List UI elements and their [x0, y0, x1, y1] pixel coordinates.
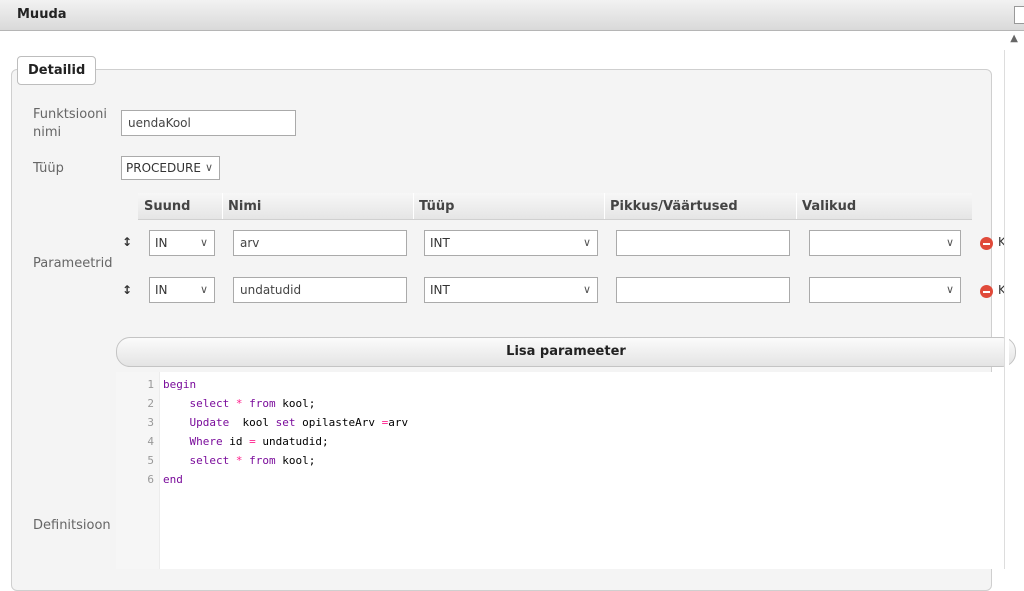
param-length-input[interactable] — [616, 277, 790, 303]
tab-detailid[interactable]: Detailid — [17, 56, 97, 85]
param-options-select[interactable]: ∨ — [809, 277, 961, 303]
code-editor[interactable]: 1 begin 2 select * from kool; 3 Update kool… — [116, 372, 1006, 569]
param-direction-value: IN — [155, 283, 168, 297]
type-label: Tüüp — [33, 161, 64, 176]
param-name-input[interactable]: undatudid — [233, 277, 407, 303]
param-options-select[interactable]: ∨ — [809, 230, 961, 256]
param-length-input[interactable] — [616, 230, 790, 256]
code-text: end — [163, 473, 183, 486]
chevron-down-icon: ∨ — [582, 283, 591, 296]
header-nimi: Nimi — [228, 199, 262, 214]
type-select-value: PROCEDURE — [126, 161, 201, 175]
param-name-input[interactable]: arv — [233, 230, 407, 256]
window-control-button[interactable] — [1014, 6, 1024, 24]
chevron-down-icon: ∨ — [204, 161, 213, 174]
remove-icon[interactable] — [980, 285, 993, 298]
header-suund: Suund — [144, 199, 191, 214]
remove-icon[interactable] — [980, 237, 993, 250]
code-text: select * from kool; — [189, 454, 316, 467]
header-tuup: Tüüp — [419, 199, 455, 214]
header-pikkus: Pikkus/Väärtused — [610, 199, 738, 214]
param-direction-value: IN — [155, 236, 168, 250]
code-text: Update kool set opilasteArv =arv — [189, 416, 409, 429]
function-name-input[interactable]: uendaKool — [121, 110, 296, 136]
window-titlebar: Muuda — [0, 0, 1024, 31]
code-text: select * from kool; — [189, 397, 316, 410]
definition-label: Definitsioon — [33, 518, 111, 533]
type-select[interactable]: PROCEDURE ∨ — [121, 156, 220, 180]
line-number: 4 — [147, 435, 154, 448]
header-valikud: Valikud — [802, 199, 857, 214]
line-number: 5 — [147, 454, 154, 467]
param-direction-select[interactable]: IN ∨ — [149, 277, 215, 303]
header-divider — [413, 193, 414, 219]
line-number: 1 — [147, 378, 154, 391]
scrollbar[interactable] — [1004, 50, 1009, 569]
line-number: 3 — [147, 416, 154, 429]
parameters-label: Parameetrid — [33, 256, 113, 271]
add-parameter-button[interactable]: Lisa parameeter — [116, 337, 1016, 367]
param-type-select[interactable]: INT ∨ — [424, 277, 598, 303]
function-name-label-line2: nimi — [33, 125, 62, 140]
header-divider — [796, 193, 797, 219]
scroll-up-icon[interactable]: ▲ — [1010, 33, 1018, 44]
chevron-down-icon: ∨ — [199, 236, 208, 249]
code-text: begin — [163, 378, 197, 391]
drag-handle-icon[interactable]: ↕ — [122, 235, 132, 249]
param-type-value: INT — [430, 283, 450, 297]
function-name-label-line1: Funktsiooni — [33, 107, 108, 122]
header-divider — [604, 193, 605, 219]
params-table-header: Suund Nimi Tüüp Pikkus/Väärtused Valikud — [138, 193, 972, 220]
chevron-down-icon: ∨ — [582, 236, 591, 249]
code-text: Where id = undatudid; — [189, 435, 329, 448]
param-direction-select[interactable]: IN ∨ — [149, 230, 215, 256]
chevron-down-icon: ∨ — [945, 236, 954, 249]
param-type-select[interactable]: INT ∨ — [424, 230, 598, 256]
header-divider — [222, 193, 223, 219]
chevron-down-icon: ∨ — [945, 283, 954, 296]
chevron-down-icon: ∨ — [199, 283, 208, 296]
drag-handle-icon[interactable]: ↕ — [122, 283, 132, 297]
line-number: 2 — [147, 397, 154, 410]
window-title: Muuda — [17, 7, 67, 22]
param-type-value: INT — [430, 236, 450, 250]
line-number: 6 — [147, 473, 154, 486]
